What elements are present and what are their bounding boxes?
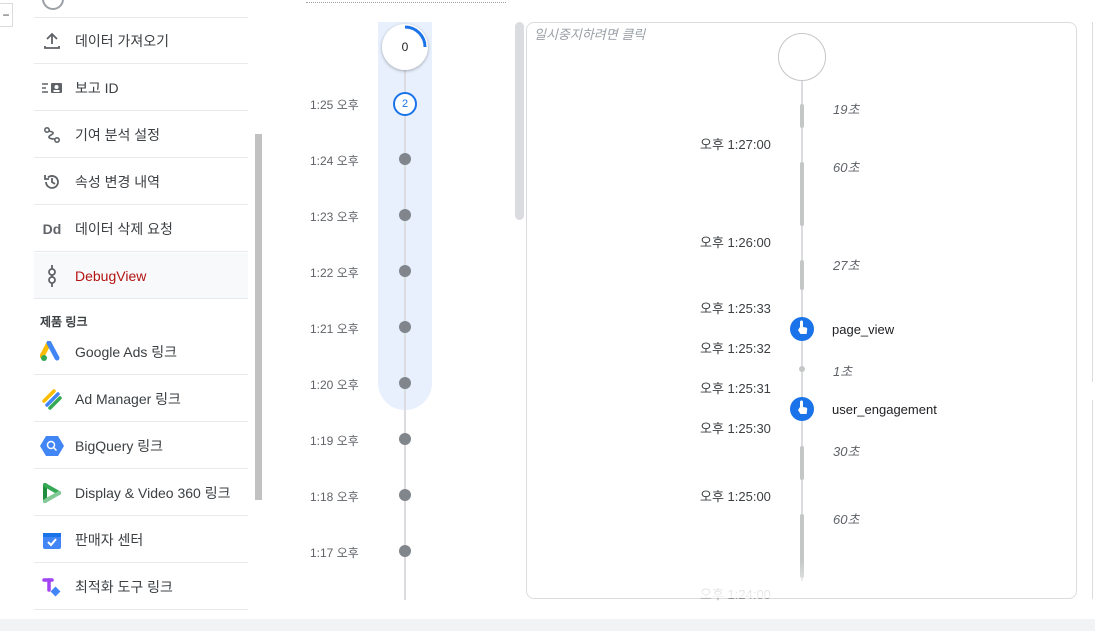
event-marker[interactable]: [790, 317, 814, 341]
ad-manager-icon: [40, 387, 64, 411]
sidebar-item-label: Display & Video 360 링크: [75, 484, 231, 501]
time-label: 오후 1:25:30: [700, 421, 771, 436]
minute-dot[interactable]: [399, 209, 411, 221]
minute-label: 1:22 오후: [310, 266, 359, 280]
sidebar-item-label: Google Ads 링크: [75, 343, 178, 360]
sidebar-item-label: 최적화 도구 링크: [75, 578, 173, 595]
collapse-button[interactable]: −: [0, 3, 13, 27]
seconds-top-circle[interactable]: [778, 33, 826, 81]
minute-label: 1:21 오후: [310, 322, 359, 336]
time-label: 오후 1:25:31: [700, 381, 771, 396]
panel-fade: [527, 560, 1076, 598]
duration-segment: [800, 446, 804, 480]
duration-segment: [800, 162, 804, 226]
sidebar-item-label: 판매자 센터: [75, 531, 144, 548]
sidebar-item-ad-manager[interactable]: Ad Manager 링크: [34, 376, 248, 422]
minute-label: 1:20 오후: [310, 378, 359, 392]
sidebar-item-data-import[interactable]: 데이터 가져오기: [34, 18, 248, 64]
merchant-center-icon: [40, 528, 64, 552]
duration-segment: [800, 104, 804, 128]
minute-dot[interactable]: [399, 377, 411, 389]
history-icon: [40, 170, 64, 194]
sidebar-item-label: 기여 분석 설정: [75, 126, 161, 143]
time-label: 오후 1:25:33: [700, 301, 771, 316]
sidebar-item-label: BigQuery 링크: [75, 437, 164, 454]
minute-dot[interactable]: [399, 545, 411, 557]
sidebar-item-label: 보고 ID: [75, 79, 119, 96]
sidebar-item-change-history[interactable]: 속성 변경 내역: [34, 159, 248, 205]
minute-dot[interactable]: [399, 321, 411, 333]
bottom-bar: [0, 619, 1095, 631]
duration-label: 30초: [833, 444, 860, 459]
event-name[interactable]: user_engagement: [832, 402, 937, 417]
sidebar-item-optimize[interactable]: 최적화 도구 링크: [34, 564, 248, 610]
minute-dot[interactable]: [399, 265, 411, 277]
time-label: 오후 1:26:00: [700, 235, 771, 250]
minute-label: 1:23 오후: [310, 210, 359, 224]
duration-label: 1초: [833, 364, 853, 379]
pause-hint: 일시중지하려면 클릭: [534, 27, 646, 42]
sidebar-item-label: 데이터 가져오기: [75, 32, 170, 49]
time-label: 오후 1:27:00: [700, 137, 771, 152]
sidebar-item-bigquery[interactable]: BigQuery 링크: [34, 423, 248, 469]
sidebar-scrollbar[interactable]: [255, 134, 262, 500]
bigquery-icon: [40, 434, 64, 458]
sidebar-item-label: 데이터 삭제 요청: [75, 220, 173, 237]
minute-label: 1:18 오후: [310, 490, 359, 504]
event-touch-icon: [795, 399, 809, 420]
duration-label: 27초: [833, 258, 860, 273]
sidebar-item-report-id[interactable]: 보고 ID: [34, 65, 248, 111]
minute-label: 1:17 오후: [310, 546, 359, 560]
sidebar-item-merchant-center[interactable]: 판매자 센터: [34, 517, 248, 563]
sidebar-item-display-video-360[interactable]: Display & Video 360 링크: [34, 470, 248, 516]
sidebar-item-attribution[interactable]: 기여 분석 설정: [34, 112, 248, 158]
duration-label: 60초: [833, 512, 860, 527]
sidebar-item-label: 속성 변경 내역: [75, 173, 161, 190]
minute-dot[interactable]: [399, 433, 411, 445]
minute-dot[interactable]: [399, 489, 411, 501]
sidebar-item-google-ads[interactable]: Google Ads 링크: [34, 329, 248, 375]
time-label: 오후 1:25:00: [700, 489, 771, 504]
data-delete-icon: Dd: [42, 220, 62, 237]
section-title-product-links: 제품 링크: [40, 315, 88, 329]
upload-icon: [40, 29, 64, 53]
duration-segment: [800, 260, 804, 290]
display-video-360-icon: [40, 481, 64, 505]
sidebar-item-debugview[interactable]: DebugView: [34, 253, 248, 299]
minute-count-badge[interactable]: 2: [393, 92, 417, 116]
minute-label: 1:25 오후: [310, 98, 359, 112]
google-ads-icon: [40, 340, 64, 364]
event-marker[interactable]: [790, 397, 814, 421]
sidebar-item-label: Ad Manager 링크: [75, 390, 181, 407]
duration-label: 60초: [833, 160, 860, 175]
minute-stream-line: [404, 70, 406, 600]
duration-segment: [799, 366, 805, 372]
duration-label: 19초: [833, 102, 860, 117]
top-dotted-rule: [306, 2, 506, 3]
event-name[interactable]: page_view: [832, 322, 894, 337]
top-count: 0: [401, 40, 409, 54]
top-count-circle[interactable]: 0: [382, 24, 428, 70]
sidebar-item-partial-icon: [42, 0, 64, 10]
minute-label: 1:19 오후: [310, 434, 359, 448]
time-label: 오후 1:25:32: [700, 341, 771, 356]
sidebar-item-label: DebugView: [75, 267, 147, 284]
event-touch-icon: [795, 319, 809, 340]
sidebar-item-data-deletion[interactable]: Dd 데이터 삭제 요청: [34, 206, 248, 252]
report-id-icon: [40, 76, 64, 100]
optimize-icon: [40, 575, 64, 599]
debugview-icon: [40, 264, 64, 288]
minute-count: 2: [401, 98, 409, 110]
panel-scrollbar[interactable]: [515, 22, 524, 220]
minute-label: 1:24 오후: [310, 154, 359, 168]
attribution-icon: [40, 123, 64, 147]
minute-dot[interactable]: [399, 153, 411, 165]
